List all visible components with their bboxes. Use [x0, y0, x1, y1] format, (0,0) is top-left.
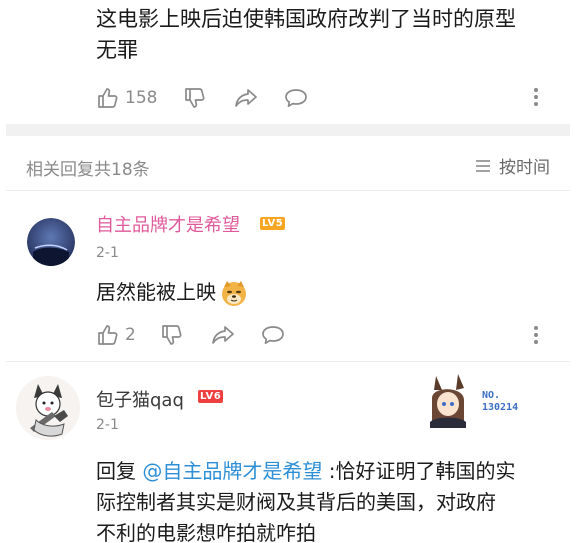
- reply-line-2: 际控制者其实是财阀及其背后的美国，对政府: [96, 490, 496, 514]
- thumb-up-icon: [98, 325, 118, 345]
- share-button[interactable]: [233, 86, 259, 110]
- sort-label: 按时间: [499, 158, 550, 178]
- share-icon: [235, 89, 258, 107]
- like-count: 2: [125, 325, 136, 345]
- comment-icon: [261, 326, 284, 345]
- reply-separator: [6, 361, 570, 362]
- main-comment-line-2: 无罪: [96, 38, 138, 62]
- replies-header: 相关回复共18条 按时间: [0, 145, 576, 185]
- reply-username[interactable]: 自主品牌才是希望: [96, 211, 240, 237]
- section-divider: [6, 124, 570, 136]
- reply-username[interactable]: 包子猫qaq: [96, 386, 184, 412]
- dislike-button[interactable]: [183, 86, 207, 110]
- thumb-down-icon: [161, 325, 182, 345]
- mention-link[interactable]: @自主品牌才是希望: [142, 459, 322, 483]
- more-icon[interactable]: [533, 85, 539, 109]
- reply-time: 2-1: [96, 245, 119, 261]
- comment-icon: [285, 89, 308, 108]
- thumb-down-icon: [185, 88, 205, 108]
- sort-toggle[interactable]: 按时间: [475, 153, 550, 178]
- main-comment-text: 这电影上映后迫使韩国政府改判了当时的原型 无罪: [96, 4, 556, 66]
- reply-line-3: 不利的电影想咋拍就咋拍: [96, 521, 316, 543]
- like-button[interactable]: 158: [96, 86, 157, 110]
- more-icon[interactable]: [533, 323, 539, 347]
- pendant-label: NO. 130214: [482, 390, 519, 413]
- share-button[interactable]: [210, 323, 236, 347]
- avatar[interactable]: [16, 376, 80, 440]
- comment-button[interactable]: [283, 86, 309, 110]
- dislike-button[interactable]: [160, 323, 184, 347]
- comment-button[interactable]: [260, 323, 286, 347]
- header-separator: [6, 190, 570, 191]
- level-badge: LV5: [260, 217, 286, 230]
- avatar-pendant: NO. 130214: [424, 372, 534, 430]
- avatar-image: [27, 218, 75, 266]
- reply-line-1: 回复 @自主品牌才是希望 :恰好证明了韩国的实: [96, 456, 566, 487]
- reply-body: 居然能被上映: [96, 280, 216, 304]
- main-comment-line-1: 这电影上映后迫使韩国政府改判了当时的原型: [96, 7, 516, 31]
- share-icon: [211, 326, 234, 344]
- reply-text: 回复 @自主品牌才是希望 :恰好证明了韩国的实 际控制者其实是财阀及其背后的美国…: [96, 456, 566, 543]
- main-comment-actions: 158: [96, 84, 309, 112]
- sort-icon: [476, 159, 490, 172]
- reply-text: 居然能被上映: [96, 277, 249, 308]
- like-button[interactable]: 2: [96, 323, 136, 347]
- reply-actions: 2: [96, 321, 286, 349]
- like-count: 158: [125, 88, 158, 108]
- level-badge: LV6: [198, 390, 224, 403]
- reply-prefix: 回复: [96, 459, 143, 483]
- reply-body: :恰好证明了韩国的实: [322, 459, 516, 483]
- reply-time: 2-1: [96, 417, 119, 433]
- thumb-up-icon: [98, 88, 118, 108]
- avatar[interactable]: [27, 218, 75, 266]
- doge-emoji-icon: [222, 280, 246, 306]
- replies-count-label: 相关回复共18条: [26, 160, 150, 180]
- anime-character-icon: [430, 374, 466, 428]
- avatar-image: [16, 376, 80, 440]
